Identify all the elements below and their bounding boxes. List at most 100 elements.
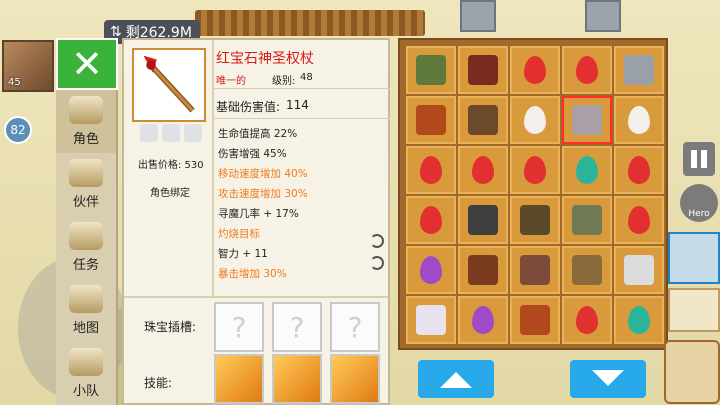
fireball-skill-icon[interactable] bbox=[272, 354, 322, 404]
menu-item-map[interactable]: 地图 bbox=[56, 279, 116, 342]
inventory-slot[interactable] bbox=[614, 146, 664, 194]
menu-label: 角色 bbox=[72, 132, 99, 147]
inventory-slot[interactable] bbox=[614, 96, 664, 144]
staff-icon bbox=[184, 124, 202, 142]
item-detail-panel: 红宝石神圣权杖 唯一的 级别: 48 出售价格: 530 角色绑定 基础伤害值:… bbox=[122, 38, 390, 405]
gem-icon bbox=[524, 156, 546, 184]
stat-line: 暴击增加 30% bbox=[218, 268, 287, 280]
menu-item-quest[interactable]: 任务 bbox=[56, 216, 116, 279]
inventory-slot[interactable] bbox=[406, 296, 456, 344]
map-icon bbox=[69, 285, 103, 313]
inventory-slot[interactable] bbox=[406, 196, 456, 244]
item-rarity: 唯一的 bbox=[216, 76, 246, 87]
divider bbox=[212, 88, 390, 89]
inventory-slot[interactable] bbox=[458, 146, 508, 194]
menu-label: 小队 bbox=[72, 384, 99, 399]
inventory-slot[interactable] bbox=[510, 196, 560, 244]
gem-icon bbox=[628, 156, 650, 184]
equipment-icon bbox=[468, 255, 498, 285]
divider bbox=[212, 118, 390, 119]
inventory-slot[interactable] bbox=[614, 196, 664, 244]
reroll-icon[interactable] bbox=[370, 234, 384, 248]
gem-icon bbox=[524, 106, 546, 134]
round-badge[interactable]: 82 bbox=[4, 116, 32, 144]
inventory-slot[interactable] bbox=[458, 246, 508, 294]
beast-skill-icon[interactable] bbox=[330, 354, 380, 404]
stat-line: 灼烧目标 bbox=[218, 228, 260, 240]
equipment-icon bbox=[520, 305, 550, 335]
item-stats: 生命值提高 22% 伤害增强 45% 移动速度增加 40% 攻击速度增加 30%… bbox=[218, 124, 388, 284]
inventory-slot[interactable] bbox=[562, 146, 612, 194]
inventory-slot[interactable] bbox=[458, 196, 508, 244]
inventory-slot[interactable] bbox=[562, 46, 612, 94]
side-menu: 角色 伙伴 任务 地图 小队 bbox=[56, 90, 118, 405]
inventory-slot[interactable] bbox=[458, 296, 508, 344]
inventory-slot[interactable] bbox=[458, 96, 508, 144]
menu-item-character[interactable]: 角色 bbox=[56, 90, 116, 153]
hero-button[interactable]: Hero bbox=[680, 184, 718, 222]
trophy-icon bbox=[69, 222, 103, 250]
menu-item-companion[interactable]: 伙伴 bbox=[56, 153, 116, 216]
inventory-slot[interactable] bbox=[614, 246, 664, 294]
close-button[interactable]: ✕ bbox=[56, 38, 118, 90]
sell-price: 出售价格: 530 bbox=[138, 160, 204, 171]
reroll-icon[interactable] bbox=[370, 256, 384, 270]
pause-icon bbox=[691, 150, 697, 168]
gem-icon bbox=[576, 56, 598, 84]
pause-button[interactable] bbox=[683, 142, 715, 176]
inventory-slot[interactable] bbox=[510, 96, 560, 144]
inventory-slot[interactable] bbox=[510, 246, 560, 294]
scroll-down-button[interactable] bbox=[570, 360, 646, 398]
divider bbox=[212, 40, 214, 296]
sparkle-icon bbox=[162, 124, 180, 142]
inventory-slot[interactable] bbox=[510, 296, 560, 344]
item-preview bbox=[132, 48, 206, 122]
attack-button[interactable] bbox=[664, 340, 720, 404]
gem-slot[interactable]: ? bbox=[272, 302, 322, 352]
inventory-slot[interactable] bbox=[510, 46, 560, 94]
menu-label: 伙伴 bbox=[72, 195, 99, 210]
inventory-slot[interactable] bbox=[562, 296, 612, 344]
gem-icon bbox=[420, 256, 442, 284]
gem-slot[interactable]: ? bbox=[214, 302, 264, 352]
equipment-icon bbox=[468, 55, 498, 85]
inventory-slot[interactable] bbox=[406, 46, 456, 94]
skills-label: 技能: bbox=[144, 376, 173, 390]
player-avatar[interactable]: 45 bbox=[2, 40, 54, 92]
gem-icon bbox=[420, 206, 442, 234]
inventory-slot[interactable] bbox=[406, 146, 456, 194]
equipment-icon bbox=[572, 205, 602, 235]
equipment-icon bbox=[572, 255, 602, 285]
inventory-slot[interactable] bbox=[510, 146, 560, 194]
inventory-slot[interactable] bbox=[614, 46, 664, 94]
gem-icon bbox=[628, 106, 650, 134]
inventory-grid bbox=[406, 46, 664, 344]
inventory-slot[interactable] bbox=[562, 196, 612, 244]
wings-icon bbox=[140, 124, 158, 142]
close-icon: ✕ bbox=[71, 42, 103, 86]
statue-decoration bbox=[460, 0, 496, 32]
gem-icon bbox=[472, 156, 494, 184]
scroll-up-button[interactable] bbox=[418, 360, 494, 398]
avatar-level: 45 bbox=[8, 77, 21, 88]
horned-helmet-icon bbox=[69, 159, 103, 187]
item-type-icons bbox=[140, 124, 210, 144]
inventory-slot[interactable] bbox=[562, 246, 612, 294]
scepter-icon bbox=[143, 55, 195, 113]
team-icon bbox=[69, 348, 103, 376]
inventory-slot[interactable] bbox=[614, 296, 664, 344]
lightning-skill-icon[interactable] bbox=[214, 354, 264, 404]
equipment-icon bbox=[520, 255, 550, 285]
inventory-slot[interactable] bbox=[406, 96, 456, 144]
inventory-slot[interactable] bbox=[406, 246, 456, 294]
menu-item-team[interactable]: 小队 bbox=[56, 342, 116, 405]
stat-line: 移动速度增加 40% bbox=[218, 168, 308, 180]
gem-slot[interactable]: ? bbox=[330, 302, 380, 352]
stat-line: 生命值提高 22% bbox=[218, 128, 298, 140]
gem-icon bbox=[576, 156, 598, 184]
inventory-slot[interactable] bbox=[458, 46, 508, 94]
ice-sword-skill-button[interactable] bbox=[668, 232, 720, 284]
inventory-slot[interactable] bbox=[562, 96, 612, 144]
base-damage-label: 基础伤害值: bbox=[216, 100, 281, 114]
bow-skill-button[interactable] bbox=[668, 288, 720, 332]
